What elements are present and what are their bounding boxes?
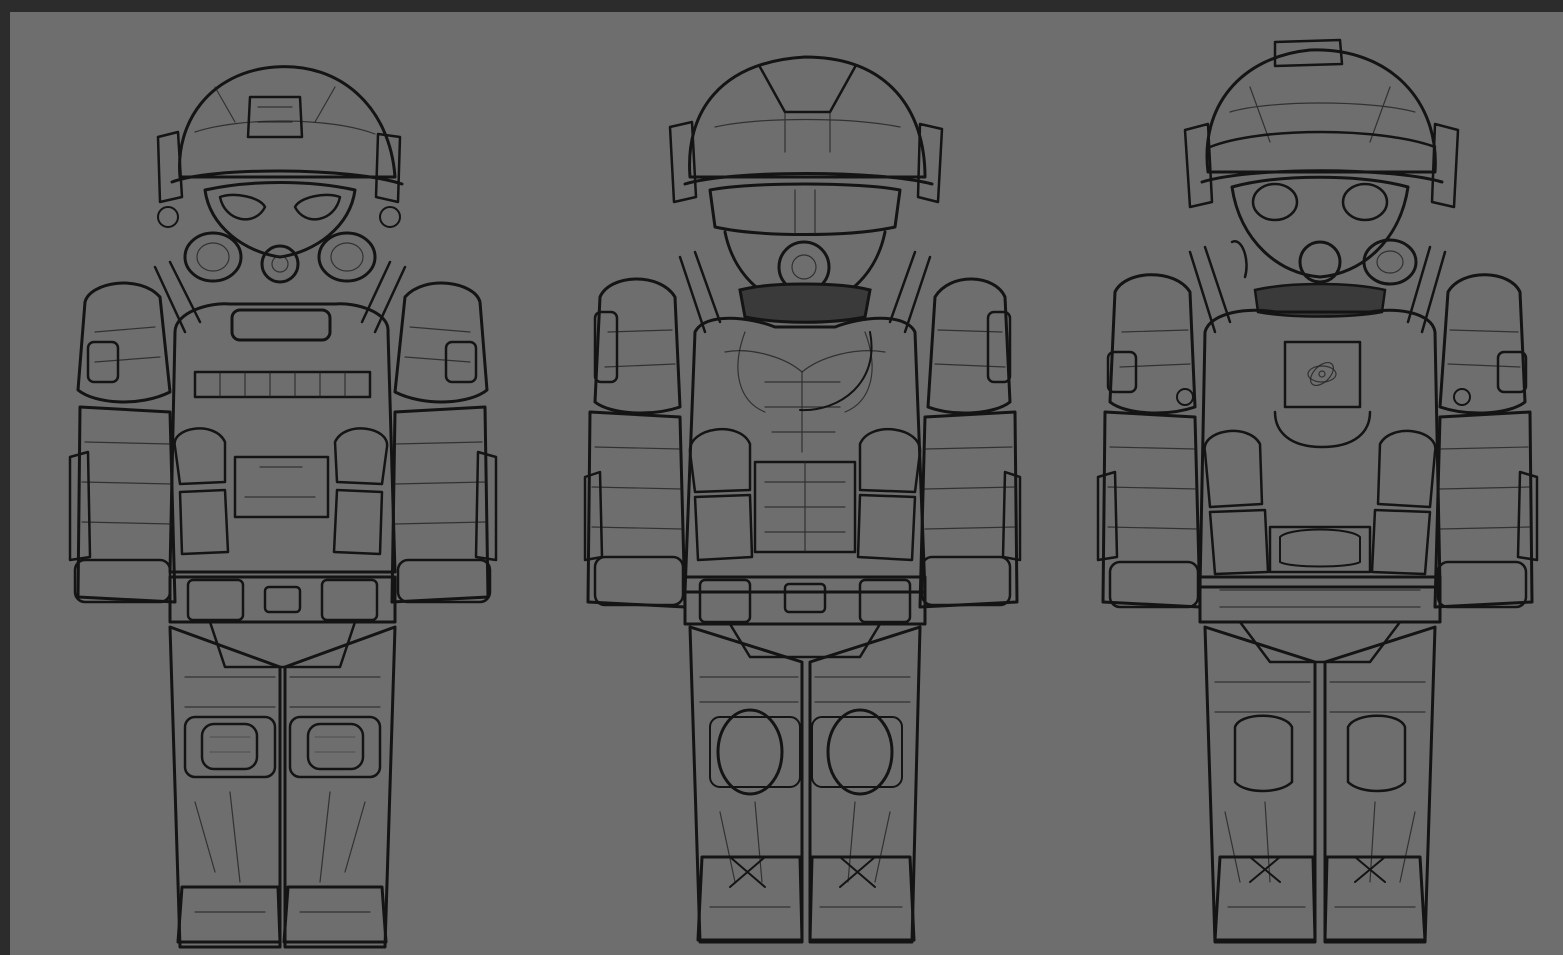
- figure-2-sketch: [583, 55, 1022, 944]
- left-bar: [0, 0, 10, 955]
- figure-3-sketch: [1096, 38, 1539, 944]
- top-bar: [0, 0, 1563, 12]
- drawing-canvas[interactable]: [10, 12, 1563, 955]
- app-window: [0, 0, 1563, 955]
- figure-1-sketch: [68, 65, 498, 949]
